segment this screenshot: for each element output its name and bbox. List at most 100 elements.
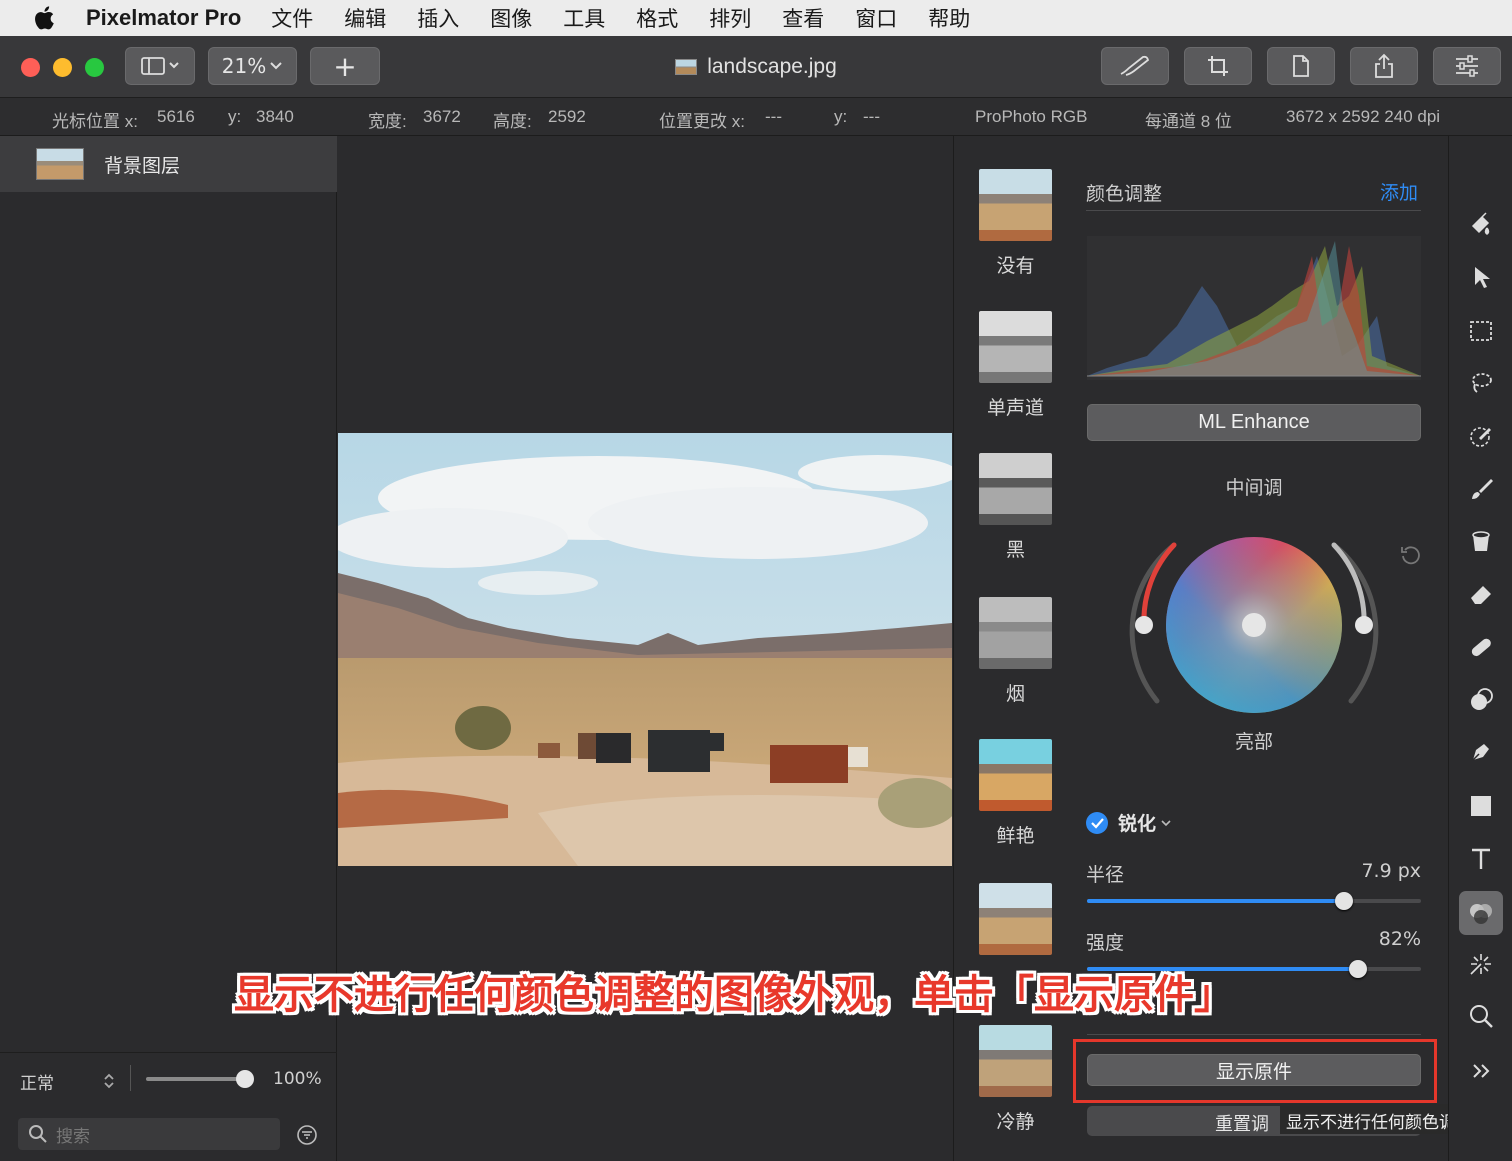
more-icon	[1473, 1064, 1490, 1078]
preset-label: 单声道	[986, 397, 1044, 419]
checkbox-checked-icon[interactable]	[1086, 811, 1108, 834]
reset-wheel-icon[interactable]	[1400, 544, 1422, 566]
sidebar-toggle-button[interactable]	[125, 47, 195, 85]
radius-value[interactable]: 7.9 px	[1361, 860, 1421, 882]
preset-thumbnail	[979, 311, 1052, 383]
zoom-value: 21%	[221, 54, 267, 78]
midtones-label: 中间调	[1225, 477, 1283, 499]
sharpen-section-toggle[interactable]: 锐化	[1086, 809, 1172, 836]
menu-arrange[interactable]: 排列	[709, 3, 751, 33]
rect-select-tool[interactable]	[1461, 311, 1501, 351]
fill-icon	[1472, 531, 1490, 551]
menu-help[interactable]: 帮助	[928, 3, 970, 33]
color-adjust-icon	[1470, 904, 1492, 924]
brush-icon	[1472, 479, 1493, 499]
clone-icon	[1471, 688, 1493, 710]
paint-tool[interactable]	[1461, 469, 1501, 509]
add-button[interactable]: +	[310, 47, 380, 85]
intensity-slider-knob[interactable]	[1349, 960, 1367, 978]
opacity-slider[interactable]	[146, 1077, 248, 1081]
preset-smoke[interactable]: 烟	[979, 597, 1052, 706]
sidebar-icon	[141, 57, 179, 75]
close-window-button[interactable]	[21, 58, 40, 77]
radius-slider-knob[interactable]	[1335, 892, 1353, 910]
opacity-slider-knob[interactable]	[236, 1070, 254, 1088]
menu-file[interactable]: 文件	[271, 3, 313, 33]
rect-select-icon	[1470, 321, 1492, 341]
pointer-icon	[1475, 267, 1490, 288]
erase-tool[interactable]	[1461, 574, 1501, 614]
zoom-window-button[interactable]	[85, 58, 104, 77]
more-tools-button[interactable]	[1461, 1051, 1501, 1091]
radius-slider-fill	[1087, 899, 1344, 903]
lasso-icon	[1472, 373, 1492, 393]
landscape-photo[interactable]	[338, 433, 952, 866]
bit-depth: 每通道 8 位	[1145, 112, 1232, 131]
layer-search-input[interactable]: 搜索	[18, 1118, 280, 1150]
chevron-down-icon	[270, 62, 282, 70]
menu-bar: Pixelmator Pro 文件 编辑 插入 图像 工具 格式 排列 查看 窗…	[0, 0, 1512, 36]
layer-item[interactable]: 背景图层	[0, 136, 337, 192]
menu-format[interactable]: 格式	[636, 3, 678, 33]
blend-mode-select[interactable]: 正常	[20, 1069, 54, 1094]
width-value: 3672	[423, 107, 461, 126]
bandage-icon	[1471, 638, 1491, 657]
preset-label: 黑	[1005, 539, 1025, 561]
arrange-tool[interactable]	[1461, 257, 1501, 297]
shape-tool[interactable]	[1461, 786, 1501, 826]
lasso-tool[interactable]	[1461, 363, 1501, 403]
radius-label: 半径	[1086, 864, 1125, 886]
highlights-color-wheel[interactable]	[1129, 531, 1379, 721]
ml-brush-button[interactable]	[1101, 47, 1169, 85]
height-label: 高度:	[493, 112, 532, 131]
updown-chevron-icon[interactable]	[102, 1071, 116, 1091]
menu-window[interactable]: 窗口	[855, 3, 897, 33]
fill-tool[interactable]	[1461, 521, 1501, 561]
preset-thumbnail	[979, 739, 1052, 811]
preset-black[interactable]: 黑	[979, 453, 1052, 562]
color-select-tool[interactable]	[1461, 416, 1501, 456]
zoom-dropdown[interactable]: 21%	[208, 47, 297, 85]
menu-view[interactable]: 查看	[782, 3, 824, 33]
add-adjustment-link[interactable]: 添加	[1380, 178, 1418, 205]
radius-slider[interactable]	[1087, 892, 1421, 910]
format-button[interactable]	[1267, 47, 1335, 85]
repair-tool[interactable]	[1461, 627, 1501, 667]
blend-controls: 正常 100%	[0, 1052, 337, 1106]
preset-calm[interactable]: 冷静	[979, 1025, 1052, 1134]
preset-thumbnail	[979, 597, 1052, 669]
menu-image[interactable]: 图像	[490, 3, 532, 33]
opacity-value: 100%	[273, 1069, 322, 1089]
preset-thumbnail	[979, 883, 1052, 955]
paint-bucket-icon	[1471, 212, 1490, 235]
ml-enhance-button[interactable]: ML Enhance	[1087, 404, 1421, 441]
clone-tool[interactable]	[1461, 680, 1501, 720]
minimize-window-button[interactable]	[53, 58, 72, 77]
preset-label: 冷静	[996, 1111, 1035, 1133]
paint-bucket-tool[interactable]	[1461, 204, 1501, 244]
menu-tools[interactable]: 工具	[563, 3, 605, 33]
pen-tool[interactable]	[1461, 732, 1501, 772]
zoom-icon	[1470, 1005, 1493, 1028]
intensity-value[interactable]: 82%	[1379, 928, 1421, 950]
tutorial-caption: 显示不进行任何颜色调整的图像外观，单击「显示原件」	[234, 972, 1234, 1018]
histogram-graph	[1087, 241, 1421, 377]
preset-mono[interactable]: 单声道	[979, 311, 1052, 420]
layer-name: 背景图层	[104, 154, 181, 177]
apple-menu-icon[interactable]	[30, 3, 60, 33]
menu-insert[interactable]: 插入	[417, 3, 459, 33]
preset-vivid[interactable]: 鲜艳	[979, 739, 1052, 848]
height-value: 2592	[548, 107, 586, 126]
zoom-tool[interactable]	[1461, 996, 1501, 1036]
filter-icon[interactable]	[296, 1124, 318, 1146]
color-adjust-tool[interactable]	[1459, 891, 1503, 935]
adjustments-button[interactable]	[1433, 47, 1501, 85]
effects-tool[interactable]	[1461, 944, 1501, 984]
crop-button[interactable]	[1184, 47, 1252, 85]
share-button[interactable]	[1350, 47, 1418, 85]
type-tool[interactable]	[1461, 839, 1501, 879]
menu-edit[interactable]: 编辑	[344, 3, 386, 33]
app-name-menu[interactable]: Pixelmator Pro	[86, 5, 241, 31]
preset-none[interactable]: 没有	[979, 169, 1052, 278]
preset-unnamed[interactable]	[979, 883, 1052, 955]
